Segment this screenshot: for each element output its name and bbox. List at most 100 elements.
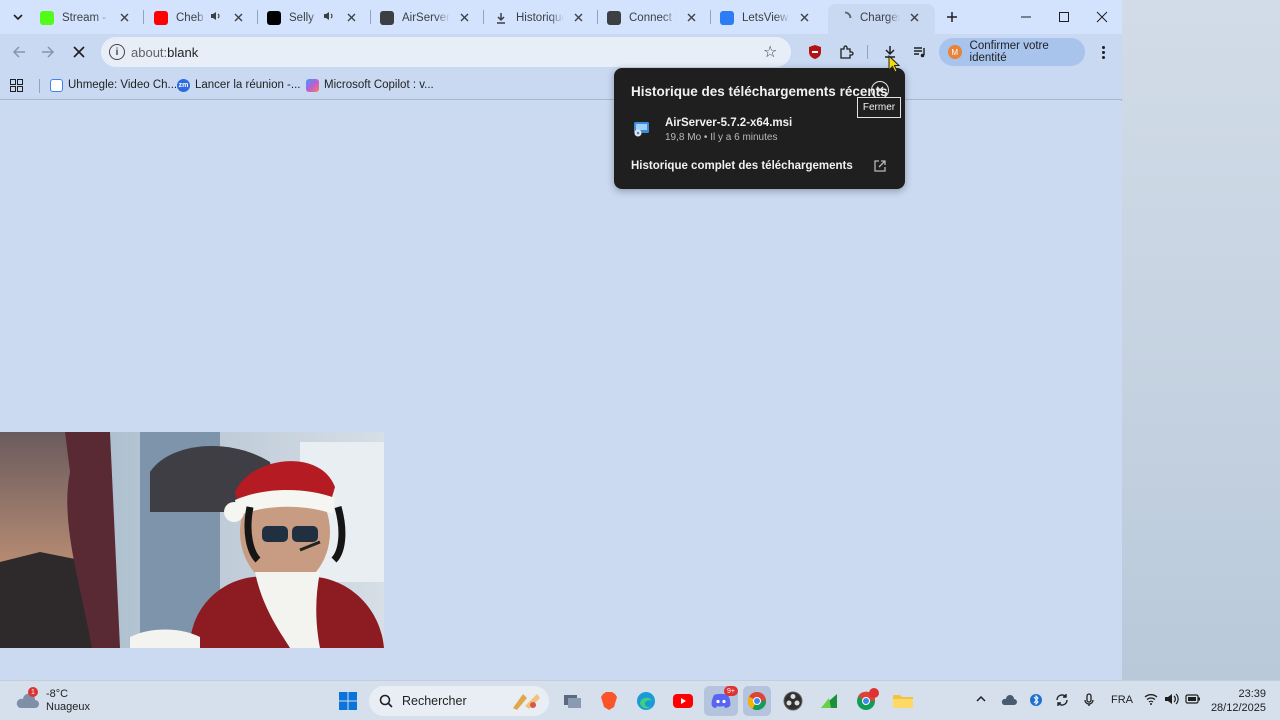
tab-close-icon[interactable] (683, 10, 699, 26)
mouse-cursor-icon (888, 55, 900, 73)
close-icon (876, 86, 884, 94)
chrome-icon[interactable] (743, 686, 771, 716)
show-hidden-icons-button[interactable] (975, 693, 987, 708)
uhmegle-icon (50, 78, 63, 92)
discord-icon[interactable]: 9+ (704, 686, 738, 716)
media-control-icon[interactable] (910, 42, 930, 62)
tab-close-icon[interactable] (570, 10, 586, 26)
clock-time: 23:39 (1238, 688, 1266, 700)
extensions-icon[interactable] (836, 42, 856, 62)
tab-separator (257, 10, 258, 24)
edge-icon[interactable] (633, 688, 659, 714)
maximize-button[interactable] (1045, 0, 1083, 34)
letsview-icon (720, 10, 734, 25)
tab-7[interactable]: Chargement... (830, 5, 930, 30)
tab-title: AirServer Connect (402, 11, 450, 24)
address-bar[interactable]: i about:blank ☆ (101, 37, 791, 67)
profile-button-label: Confirmer votre identité (969, 40, 1049, 64)
tab-4[interactable]: Historique des téléchargements (486, 5, 594, 30)
sync-icon[interactable] (1055, 693, 1069, 710)
downloads-popup-title: Historique des téléchargements récents (631, 84, 888, 99)
tab-separator (597, 10, 598, 24)
download-file-name: AirServer-5.7.2-x64.msi (665, 117, 793, 129)
arrow-left-icon (12, 46, 25, 58)
tab-1[interactable]: Cheb Bilal (146, 5, 254, 30)
tab-close-icon[interactable] (343, 10, 359, 26)
tab-audio-icon[interactable] (210, 11, 224, 24)
site-info-icon[interactable]: i (109, 44, 125, 60)
brave-icon[interactable] (596, 688, 622, 714)
close-window-button[interactable] (1083, 0, 1121, 34)
battery-icon[interactable] (1185, 693, 1201, 708)
volume-icon[interactable] (1164, 693, 1180, 708)
bookmark-2[interactable]: Microsoft Copilot : v... (306, 76, 434, 94)
more-options-icon[interactable] (1094, 42, 1112, 62)
bookmark-label: Microsoft Copilot : v... (324, 79, 434, 91)
download-file-meta: 19,8 Mo • Il y a 6 minutes (665, 132, 778, 143)
forward-button[interactable] (37, 41, 59, 63)
task-view-icon[interactable] (560, 688, 586, 714)
downloads-popup: Historique des téléchargements récents A… (614, 68, 905, 189)
ublock-extension-icon[interactable] (805, 42, 825, 62)
streamlabs-icon[interactable] (816, 688, 842, 714)
onedrive-icon[interactable] (1001, 693, 1017, 710)
apps-grid-icon[interactable] (10, 76, 23, 94)
bookmark-0[interactable]: Uhmegle: Video Ch... (50, 76, 177, 94)
tab-title: Connect 3 (629, 11, 677, 24)
tab-3[interactable]: AirServer Connect (372, 5, 480, 30)
tab-close-icon[interactable] (230, 10, 246, 26)
tab-close-icon[interactable] (116, 10, 132, 26)
taskbar-search[interactable]: Rechercher (369, 686, 549, 716)
maximize-icon (1059, 12, 1069, 22)
browser-toolbar: i about:blank ☆ M Confirmer votre identi… (0, 34, 1122, 70)
tab-close-icon[interactable] (456, 10, 472, 26)
language-indicator[interactable]: FRA (1111, 694, 1133, 706)
search-highlight-icon (513, 694, 540, 710)
bookmarks-bar: Uhmegle: Video Ch... zm Lancer la réunion … (0, 70, 1122, 100)
clock-date: 28/12/2025 (1210, 702, 1266, 714)
microphone-icon[interactable] (1083, 693, 1095, 710)
airserver-icon (380, 10, 394, 25)
plus-icon (947, 12, 957, 22)
stop-loading-button[interactable] (68, 41, 90, 63)
bookmark-star-icon[interactable]: ☆ (763, 42, 777, 62)
tab-title: Chargement... (860, 11, 900, 24)
taskbar: 1 -8°C Nuageux Rechercher 9+ FRA 23:39 2… (0, 680, 1280, 720)
bookmark-1[interactable]: zm Lancer la réunion -... (177, 76, 300, 94)
new-tab-button[interactable] (941, 6, 963, 28)
wifi-icon[interactable] (1144, 693, 1158, 708)
chrome-profile-icon[interactable] (853, 688, 879, 714)
open-in-new-icon[interactable] (873, 159, 887, 173)
search-icon (379, 694, 393, 708)
youtube-icon[interactable] (670, 688, 696, 714)
tab-title: LetsView | AirPlay (742, 11, 790, 24)
start-button[interactable] (335, 688, 361, 714)
weather-badge: 1 (28, 687, 38, 697)
minimize-button[interactable] (1007, 0, 1045, 34)
weather-widget[interactable]: 1 -8°C Nuageux (14, 687, 90, 715)
tab-6[interactable]: LetsView | AirPlay (712, 5, 820, 30)
obs-icon[interactable] (780, 688, 806, 714)
arrow-right-icon (42, 46, 55, 58)
back-button[interactable] (8, 41, 30, 63)
tab-5[interactable]: Connect 3 (599, 5, 707, 30)
tab-close-icon[interactable] (906, 10, 922, 26)
tab-0[interactable]: Stream - Kick (32, 5, 140, 30)
tab-title: Selly (289, 11, 314, 24)
full-download-history-link[interactable]: Historique complet des téléchargements (631, 160, 853, 172)
toolbar-separator (867, 45, 868, 59)
file-explorer-icon[interactable] (890, 688, 916, 714)
download-item[interactable]: AirServer-5.7.2-x64.msi 19,8 Mo • Il y a… (631, 116, 891, 148)
tab-2[interactable]: Selly (259, 5, 367, 30)
tab-audio-icon[interactable] (323, 11, 337, 24)
clock[interactable]: 23:39 28/12/2025 (1206, 687, 1266, 715)
copilot-icon (306, 78, 319, 92)
profile-identity-button[interactable]: M Confirmer votre identité (939, 38, 1085, 66)
bluetooth-icon[interactable] (1030, 693, 1042, 710)
tab-separator (483, 10, 484, 24)
tab-search-button[interactable] (6, 6, 30, 28)
tab-close-icon[interactable] (796, 10, 812, 26)
address-text: about:blank (131, 45, 198, 60)
tab-separator (143, 10, 144, 24)
tab-title: Historique des téléchargements (516, 11, 564, 24)
